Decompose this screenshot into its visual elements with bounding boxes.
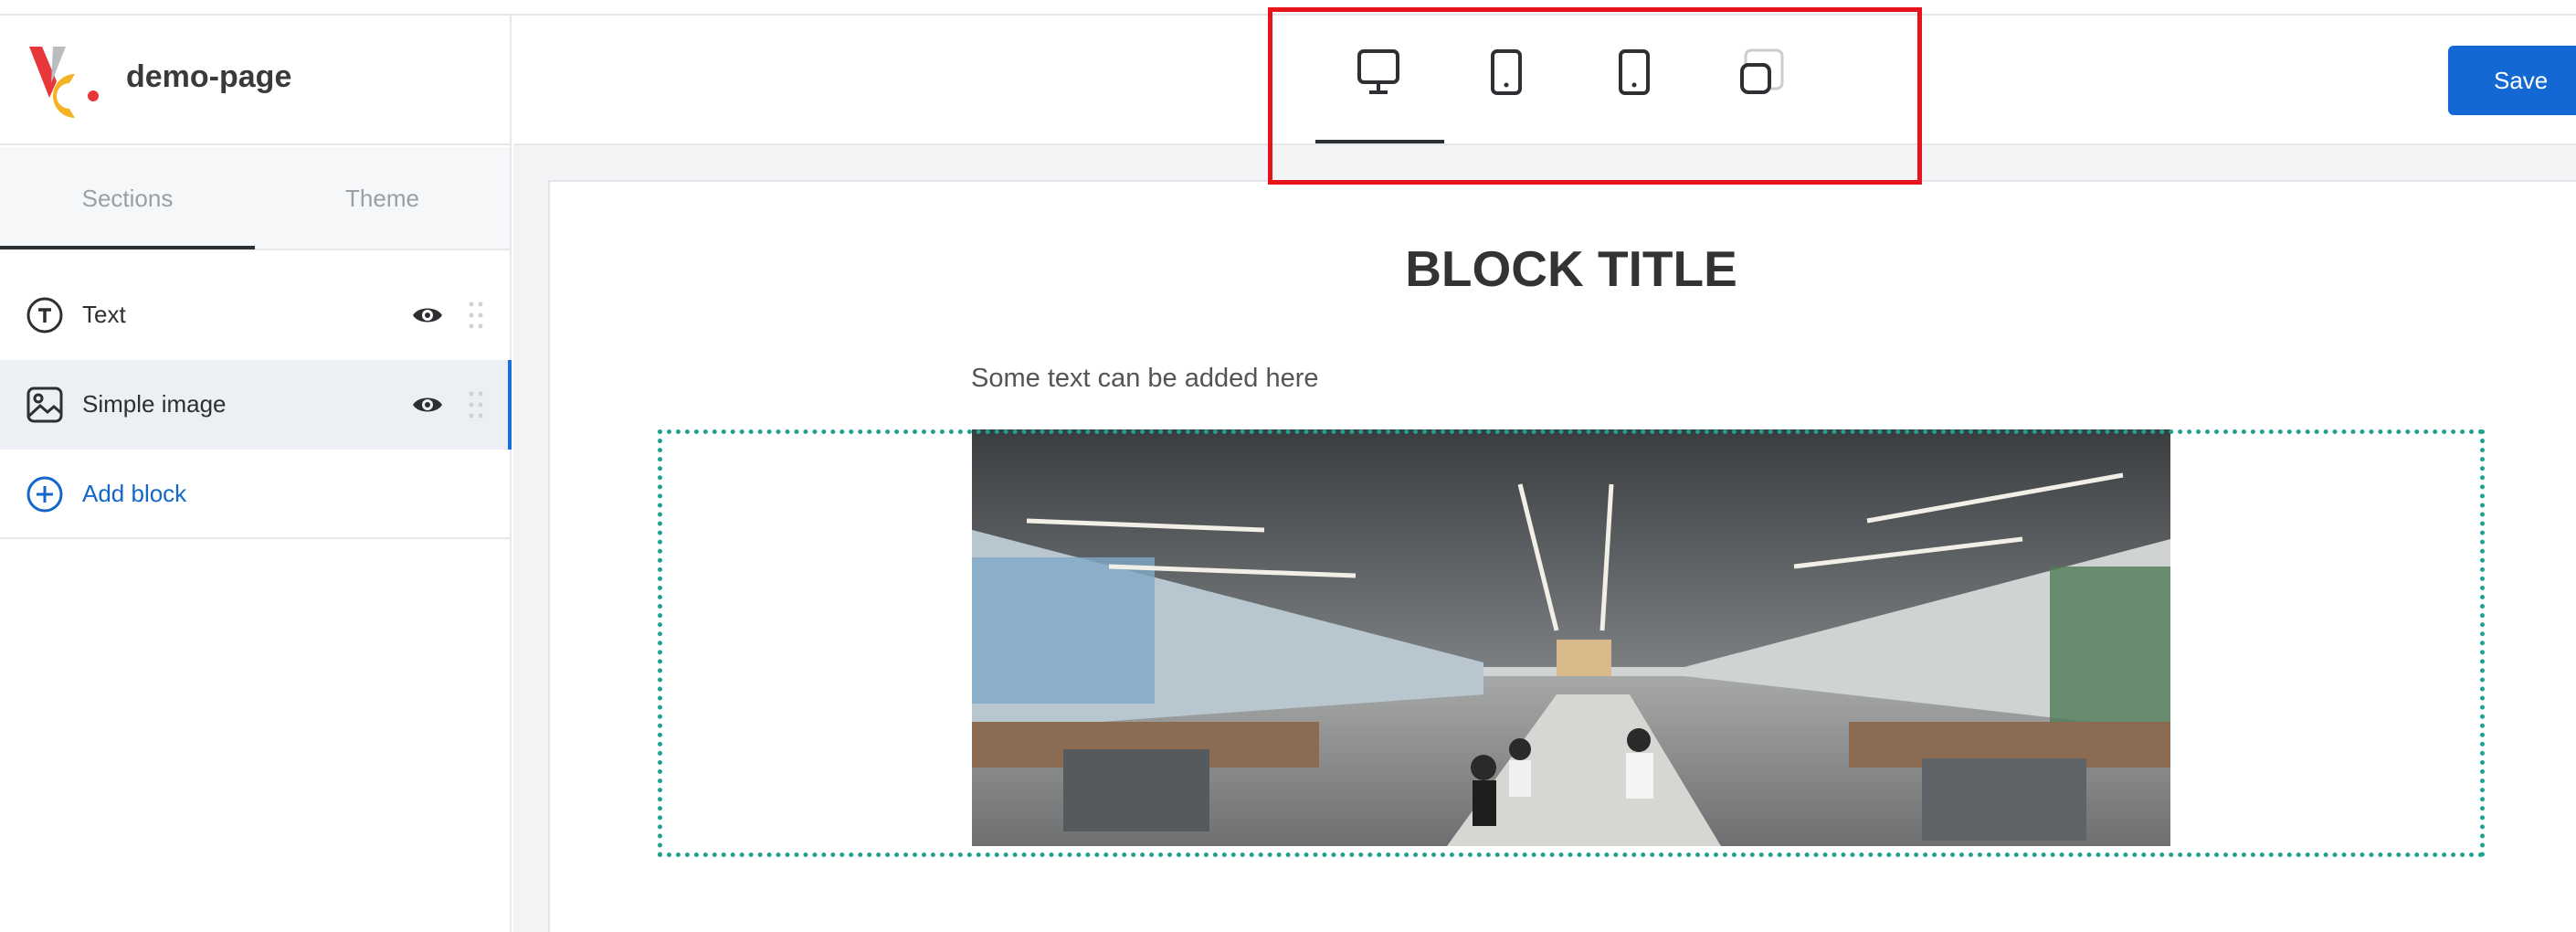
tab-theme[interactable]: Theme bbox=[255, 147, 510, 250]
app-logo-icon bbox=[29, 47, 99, 118]
fit-to-screen-icon bbox=[1740, 48, 1784, 94]
device-tablet-button[interactable] bbox=[1478, 40, 1535, 104]
add-block-label: Add block bbox=[82, 480, 187, 507]
device-desktop-button[interactable] bbox=[1350, 40, 1407, 104]
image-icon bbox=[26, 387, 63, 423]
block-list: Text Simple image Add block bbox=[0, 270, 512, 539]
active-tab-indicator bbox=[0, 246, 255, 249]
block-title[interactable]: BLOCK TITLE bbox=[1405, 240, 1737, 297]
drag-handle-icon[interactable] bbox=[468, 390, 484, 419]
block-item-text[interactable]: Text bbox=[0, 270, 510, 360]
active-device-indicator bbox=[1315, 140, 1444, 143]
brand-header: demo-page bbox=[0, 16, 510, 145]
sidebar: demo-page Sections Theme Text Simple ima… bbox=[0, 16, 512, 932]
selected-block-outline bbox=[658, 429, 2485, 857]
block-item-label: Text bbox=[82, 301, 126, 328]
editor-toolbar bbox=[513, 16, 2576, 145]
block-item-label: Simple image bbox=[82, 390, 227, 418]
block-title-container: BLOCK TITLE bbox=[548, 239, 2576, 298]
sidebar-tabs: Sections Theme bbox=[0, 147, 510, 250]
eye-icon[interactable] bbox=[411, 303, 444, 327]
window-top-border bbox=[0, 0, 2576, 16]
block-item-simple-image[interactable]: Simple image bbox=[0, 360, 512, 450]
drag-handle-icon[interactable] bbox=[468, 301, 484, 330]
save-button[interactable]: Save bbox=[2448, 46, 2576, 115]
page-name: demo-page bbox=[126, 59, 292, 94]
desktop-icon bbox=[1357, 49, 1399, 94]
block-body-text[interactable]: Some text can be added here bbox=[971, 364, 1318, 394]
device-mobile-button[interactable] bbox=[1606, 40, 1663, 104]
tablet-icon bbox=[1491, 49, 1522, 95]
add-block-button[interactable]: Add block bbox=[0, 450, 510, 539]
text-circle-icon bbox=[26, 297, 63, 334]
plus-circle-icon bbox=[26, 476, 63, 513]
device-fit-button[interactable] bbox=[1734, 40, 1790, 104]
mobile-icon bbox=[1619, 49, 1650, 95]
eye-icon[interactable] bbox=[411, 393, 444, 417]
tab-sections[interactable]: Sections bbox=[0, 147, 255, 250]
